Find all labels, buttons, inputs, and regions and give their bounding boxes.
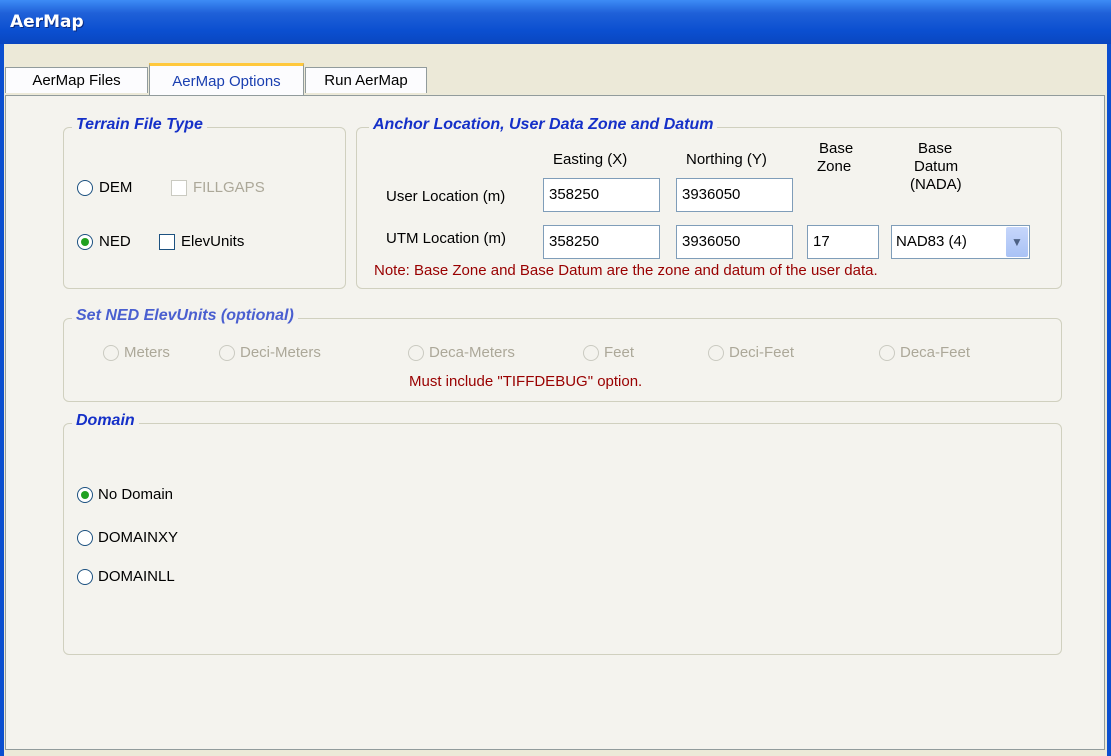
deca-feet-radio[interactable] [879,345,895,361]
window-title: AerMap [10,12,84,32]
ned-radio[interactable] [77,234,93,250]
terrain-file-type-legend: Terrain File Type [72,116,207,134]
domain-group: Domain No Domain DOMAINXY DOMAINLL [63,412,1062,655]
dem-label: DEM [99,179,133,196]
meters-label: Meters [124,344,170,361]
feet-radio[interactable] [583,345,599,361]
tab-run-aermap[interactable]: Run AerMap [305,67,427,93]
utm-zone-field[interactable]: 17 [807,225,879,259]
chevron-down-icon[interactable]: ▼ [1006,227,1028,257]
tiffdebug-note: Must include "TIFFDEBUG" option. [409,373,643,390]
ned-elevunits-legend: Set NED ElevUnits (optional) [72,307,298,325]
utm-northing-field[interactable]: 3936050 [676,225,793,259]
domainxy-label: DOMAINXY [98,529,179,546]
feet-label: Feet [604,344,635,361]
utm-easting-field[interactable]: 358250 [543,225,660,259]
deca-feet-label: Deca-Feet [900,344,971,361]
col-header-easting: Easting (X) [553,151,628,168]
domainxy-radio[interactable] [77,530,93,546]
col-header-datum-1: Base [918,140,953,157]
no-domain-label: No Domain [98,486,174,503]
ned-label: NED [99,233,131,250]
window-border-left [0,44,4,756]
deci-meters-radio[interactable] [219,345,235,361]
col-header-northing: Northing (Y) [686,151,767,168]
base-zone-note: Note: Base Zone and Base Datum are the z… [374,262,878,279]
domainll-label: DOMAINLL [98,568,175,585]
deca-meters-radio[interactable] [408,345,424,361]
fillgaps-checkbox[interactable] [171,180,187,196]
deci-meters-label: Deci-Meters [240,344,321,361]
user-location-label: User Location (m) [386,188,506,205]
col-header-zone-2: Zone [817,158,852,175]
domainll-radio[interactable] [77,569,93,585]
anchor-location-legend: Anchor Location, User Data Zone and Datu… [369,116,718,134]
domain-legend: Domain [72,412,139,430]
terrain-file-type-group: Terrain File Type DEM FILLGAPS NED ElevU… [63,116,346,289]
ned-elevunits-group: Set NED ElevUnits (optional) Meters Deci… [63,307,1062,402]
fillgaps-label: FILLGAPS [193,179,265,196]
user-easting-field[interactable]: 358250 [543,178,660,212]
col-header-datum-2: Datum [914,158,959,175]
elevunits-checkbox[interactable] [159,234,175,250]
tab-aermap-options[interactable]: AerMap Options [149,63,304,95]
deci-feet-label: Deci-Feet [729,344,795,361]
no-domain-radio[interactable] [77,487,93,503]
utm-location-label: UTM Location (m) [386,230,507,247]
options-panel: Terrain File Type DEM FILLGAPS NED ElevU… [5,95,1105,750]
window-border-right [1107,44,1111,756]
tab-aermap-files[interactable]: AerMap Files [5,67,148,93]
deca-meters-label: Deca-Meters [429,344,515,361]
utm-datum-select[interactable]: NAD83 (4) ▼ [891,225,1030,259]
col-header-datum-3: (NADA) [910,176,962,193]
anchor-location-group: Anchor Location, User Data Zone and Datu… [356,116,1062,289]
user-northing-field[interactable]: 3936050 [676,178,793,212]
col-header-zone-1: Base [819,140,854,157]
deci-feet-radio[interactable] [708,345,724,361]
utm-datum-value: NAD83 (4) [896,233,967,250]
title-bar: AerMap [0,0,1111,44]
meters-radio[interactable] [103,345,119,361]
elevunits-label: ElevUnits [181,233,245,250]
dem-radio[interactable] [77,180,93,196]
